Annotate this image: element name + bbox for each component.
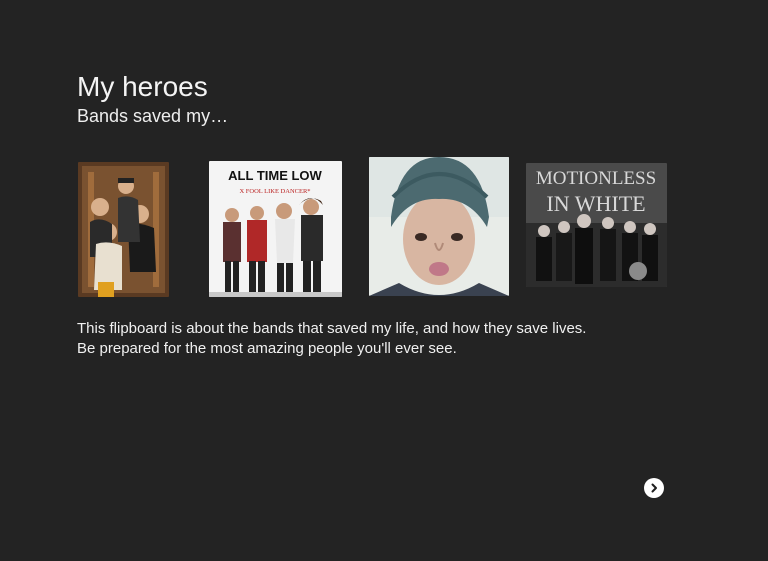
cover-band-name: ALL TIME LOW	[228, 168, 322, 183]
cover-song-name: X FOOL LIKE DANCER*	[239, 188, 310, 195]
board-title: My heroes	[77, 71, 208, 102]
band-photo-thumbnail[interactable]	[78, 162, 169, 297]
singer-selfie-thumbnail[interactable]	[369, 157, 509, 296]
chevron-right-icon	[651, 483, 657, 493]
board-description: This flipboard is about the bands that s…	[77, 320, 587, 357]
singer-selfie-image	[369, 157, 509, 296]
all-time-low-thumbnail[interactable]: ALL TIME LOW X FOOL LIKE DANCER*	[209, 161, 342, 297]
band-photo-image	[78, 162, 169, 297]
motionless-in-white-image: MOTIONLESS IN WHITE	[526, 163, 667, 287]
motionless-in-white-thumbnail[interactable]: MOTIONLESS IN WHITE	[526, 163, 667, 287]
next-page-button[interactable]	[644, 478, 664, 498]
board-subtitle: Bands saved my…	[77, 106, 229, 126]
cover-band-name-line1: MOTIONLESS	[536, 168, 656, 189]
cover-band-name-line2: IN WHITE	[546, 191, 645, 216]
all-time-low-image: ALL TIME LOW X FOOL LIKE DANCER*	[209, 161, 342, 297]
